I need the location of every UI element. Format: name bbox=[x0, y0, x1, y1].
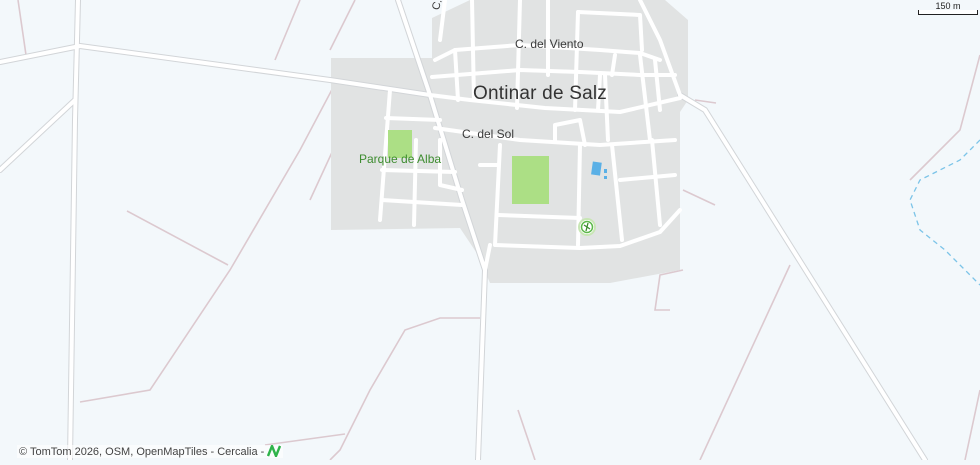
track bbox=[964, 389, 980, 461]
stream bbox=[909, 139, 980, 286]
map-canvas[interactable]: Ontinar de Salz C. del Viento C. del Sol… bbox=[0, 0, 980, 463]
scale-bar: 150 m bbox=[918, 1, 978, 15]
track bbox=[264, 433, 346, 446]
street bbox=[384, 116, 442, 122]
pool bbox=[604, 176, 607, 179]
map-tiles bbox=[0, 0, 980, 463]
track bbox=[909, 54, 980, 181]
town-label: Ontinar de Salz bbox=[473, 83, 607, 104]
street bbox=[380, 168, 457, 174]
sports-field bbox=[512, 156, 549, 204]
track bbox=[274, 0, 301, 61]
street-label-sol: C. del Sol bbox=[462, 127, 515, 141]
sports-centre-icon bbox=[578, 218, 596, 236]
street-label-viento: C. del Viento bbox=[515, 37, 584, 51]
track bbox=[654, 269, 684, 311]
track bbox=[329, 317, 480, 461]
main-road bbox=[678, 93, 927, 462]
park-label: Parque de Alba bbox=[359, 152, 442, 166]
track bbox=[17, 0, 27, 56]
track bbox=[699, 264, 791, 461]
attribution: © TomTom 2026, OSM, OpenMapTiles - Cerca… bbox=[17, 444, 284, 458]
pool bbox=[591, 161, 602, 176]
attribution-text: © TomTom 2026, OSM, OpenMapTiles - Cerca… bbox=[19, 446, 265, 458]
main-road bbox=[0, 98, 77, 172]
track bbox=[79, 64, 346, 403]
track bbox=[517, 409, 536, 461]
pool bbox=[604, 169, 607, 173]
track bbox=[329, 0, 356, 51]
scale-line bbox=[918, 10, 978, 15]
cercalia-logo-icon[interactable] bbox=[267, 444, 282, 458]
track bbox=[126, 210, 229, 266]
track bbox=[682, 189, 716, 206]
